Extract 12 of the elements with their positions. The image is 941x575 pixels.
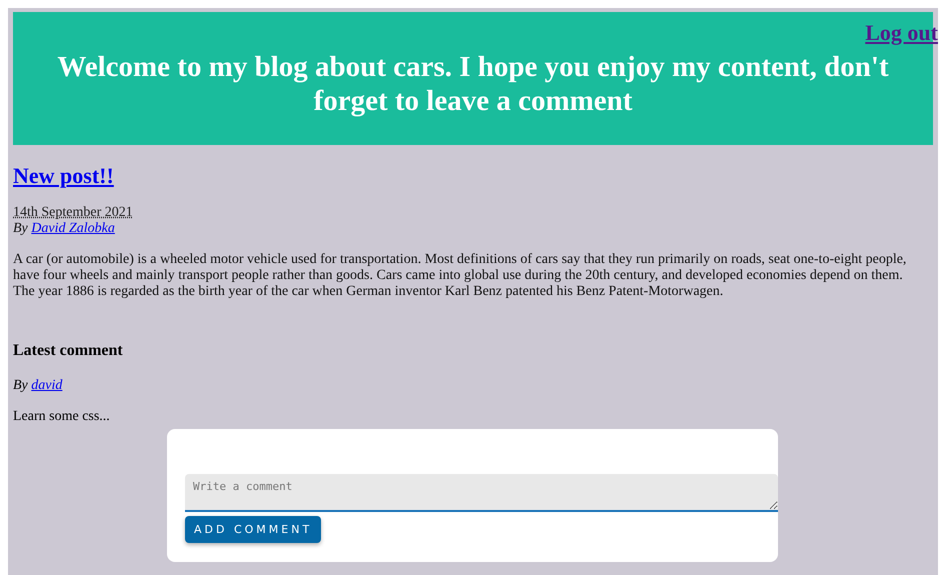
author-link[interactable]: david <box>31 378 62 393</box>
byline-label: By <box>13 378 28 393</box>
comment-field[interactable]: Write a comment <box>185 474 778 512</box>
author-link[interactable]: David Zalobka <box>31 221 115 236</box>
post-title-link[interactable]: New post!! <box>13 163 114 189</box>
section-heading: Latest comment <box>13 342 124 360</box>
post-body: A car (or automobile) is a wheeled motor vehicle used for transportation. Most definitions of cars say that they run primarily on roads, seat one-to-eight people, have four wheels and mainly transport people rather than goods. Cars came into global use during the 20th century, and developed economies depend on them. The year 1886 is regarded as the birth year of the car when German inventor Karl Benz patented his Benz Patent-Motorwagen. <box>13 252 908 300</box>
add-comment-button[interactable]: ADD COMMENT <box>185 516 322 543</box>
blog-title: Welcome to my blog about cars. I hope you enjoy my content, don't forget to leave a comment <box>56 50 890 118</box>
post-date: 14th September 2021 <box>13 205 133 221</box>
byline-label: By <box>13 221 28 236</box>
comment-text: Learn some css... <box>13 409 111 425</box>
